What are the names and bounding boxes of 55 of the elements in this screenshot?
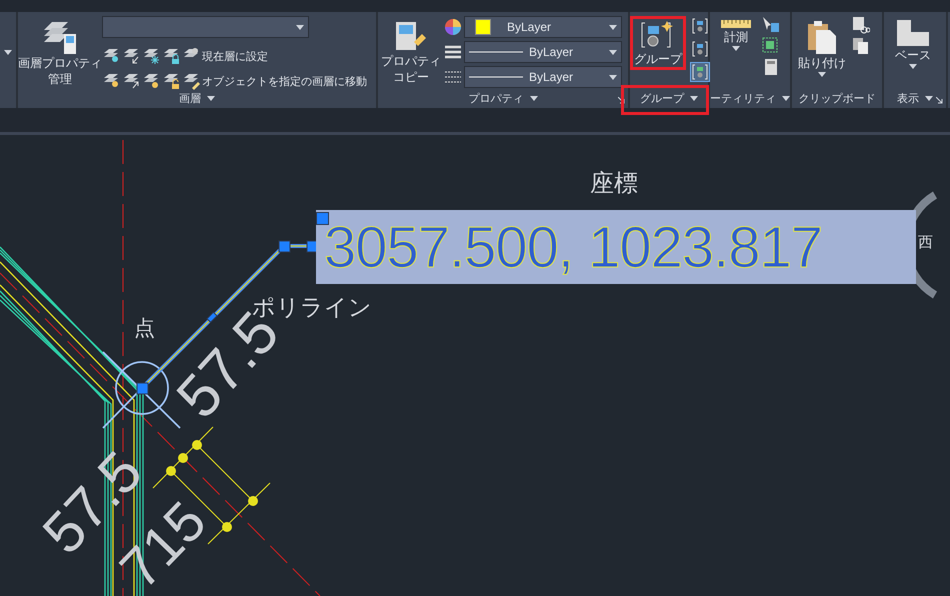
caret-icon (296, 24, 304, 30)
layer-arrow-icon[interactable] (122, 47, 140, 65)
launcher-arrow-icon[interactable] (936, 97, 943, 104)
group-select-icon (692, 64, 708, 80)
group-icon (641, 20, 675, 50)
layer-manager-icon (42, 20, 78, 54)
grip-handle[interactable] (316, 212, 329, 225)
panel-title[interactable]: プロパティ (468, 90, 524, 106)
select-similar-icon[interactable] (762, 37, 780, 55)
layer-arrow-icon[interactable] (122, 72, 140, 90)
coordinate-caption: 座標 (590, 172, 638, 196)
layer-lock-icon[interactable] (162, 47, 180, 65)
layer-pencil-icon[interactable] (182, 72, 200, 90)
direction-label: 西 (918, 235, 933, 250)
panel-title[interactable]: 画層 (179, 90, 201, 106)
layer-sun-icon[interactable] (142, 72, 160, 90)
panel-title[interactable]: グループ (640, 90, 684, 106)
quick-select-icon[interactable] (762, 16, 780, 34)
layer-bulb-icon[interactable] (102, 47, 120, 65)
cut-icon[interactable] (852, 16, 870, 34)
measure-button[interactable]: 計測 (714, 16, 758, 55)
color-dropdown[interactable]: ByLayer (464, 16, 622, 38)
lineweight-icon (444, 43, 462, 61)
base-view-button[interactable]: ベース (888, 16, 938, 73)
calculator-icon[interactable] (762, 58, 780, 76)
line-sample-icon (469, 51, 523, 53)
group-tool-button[interactable] (690, 39, 710, 59)
lineweight-dropdown[interactable]: ByLayer (464, 41, 622, 63)
paste-button[interactable]: 貼り付け (796, 16, 848, 81)
panel-title[interactable]: 表示 (897, 90, 919, 106)
copy-icon[interactable] (852, 37, 870, 55)
linetype-dropdown[interactable]: ByLayer (464, 66, 622, 88)
base-view-icon (897, 20, 929, 46)
match-properties-icon (394, 20, 428, 52)
launcher-arrow-icon[interactable] (618, 97, 625, 104)
layer-unlock-icon[interactable] (162, 72, 180, 90)
ungroup-icon (692, 18, 708, 34)
layer-command[interactable]: オブジェクトを指定の画層に移動 (202, 74, 367, 88)
clipboard-icon (807, 20, 837, 54)
group-tool-button[interactable] (690, 16, 710, 36)
caret-icon (609, 24, 617, 30)
line-sample-icon (469, 76, 523, 78)
layer-command[interactable]: 現在層に設定 (202, 48, 268, 64)
panel-title[interactable]: クリップボード (798, 90, 876, 106)
panel-title[interactable]: ーティリティ (710, 90, 776, 106)
layer-snowflake-icon[interactable] (142, 47, 160, 65)
group-button[interactable]: グループ (630, 16, 686, 70)
point-label: 点 (134, 318, 155, 339)
color-wheel-icon (444, 18, 462, 36)
group-edit-icon (692, 41, 708, 57)
caret-icon (609, 50, 617, 54)
ruler-icon (721, 20, 751, 28)
layer-bulb-icon[interactable] (102, 72, 120, 90)
match-properties-button[interactable]: プロパティ コピー (382, 16, 440, 88)
caret-icon (609, 74, 617, 80)
